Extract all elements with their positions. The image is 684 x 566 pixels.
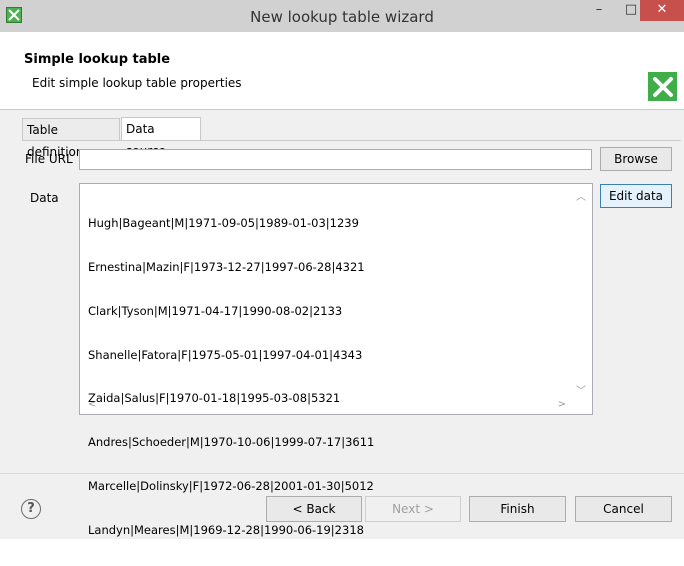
logo-icon <box>648 72 677 101</box>
back-button[interactable]: < Back <box>266 496 362 522</box>
tab-data-source[interactable]: Data source <box>121 117 201 158</box>
title-bar[interactable]: New lookup table wizard – □ ✕ <box>0 0 684 32</box>
edit-data-button[interactable]: Edit data <box>600 184 672 208</box>
browse-button[interactable]: Browse <box>600 147 672 171</box>
minimize-button[interactable]: – <box>585 0 613 22</box>
data-textarea[interactable]: Hugh|Bageant|M|1971-09-05|1989-01-03|123… <box>79 183 593 537</box>
data-line: Shanelle|Fatora|F|1975-05-01|1997-04-01|… <box>88 347 363 362</box>
help-icon[interactable]: ? <box>21 499 41 519</box>
finish-button[interactable]: Finish <box>469 496 566 522</box>
file-url-label: File URL <box>25 152 73 166</box>
close-button[interactable]: ✕ <box>640 0 684 21</box>
data-label: Data <box>30 191 59 205</box>
footer-divider <box>0 473 684 474</box>
window-title: New lookup table wizard <box>250 8 434 26</box>
data-line: Andres|Schoeder|M|1970-10-06|1999-07-17|… <box>88 435 375 450</box>
data-line: Zaida|Salus|F|1970-01-18|1995-03-08|5321 <box>88 391 341 406</box>
page-title: Simple lookup table <box>24 52 171 67</box>
data-line: Landyn|Meares|M|1969-12-28|1990-06-19|23… <box>88 522 364 537</box>
scroll-down-icon[interactable]: ﹀ <box>576 382 586 397</box>
next-button[interactable]: Next > <box>365 496 461 522</box>
data-line: Hugh|Bageant|M|1971-09-05|1989-01-03|123… <box>88 216 359 231</box>
scroll-left-icon[interactable]: < <box>88 399 96 410</box>
scroll-up-icon[interactable]: ︿ <box>576 188 586 203</box>
page-description: Edit simple lookup table properties <box>32 76 242 90</box>
data-line: Ernestina|Mazin|F|1973-12-27|1997-06-28|… <box>88 259 365 274</box>
cancel-button[interactable]: Cancel <box>575 496 672 522</box>
wizard-header: Simple lookup table Edit simple lookup t… <box>0 32 684 110</box>
data-line: Clark|Tyson|M|1971-04-17|1990-08-02|2133 <box>88 303 343 318</box>
tab-table-definition[interactable]: Table definition <box>22 118 120 159</box>
scroll-right-icon[interactable]: > <box>558 399 566 410</box>
data-line: Marcelle|Dolinsky|F|1972-06-28|2001-01-3… <box>88 478 374 493</box>
file-url-input[interactable] <box>79 149 592 170</box>
wizard-window: New lookup table wizard – □ ✕ Simple loo… <box>0 0 684 539</box>
